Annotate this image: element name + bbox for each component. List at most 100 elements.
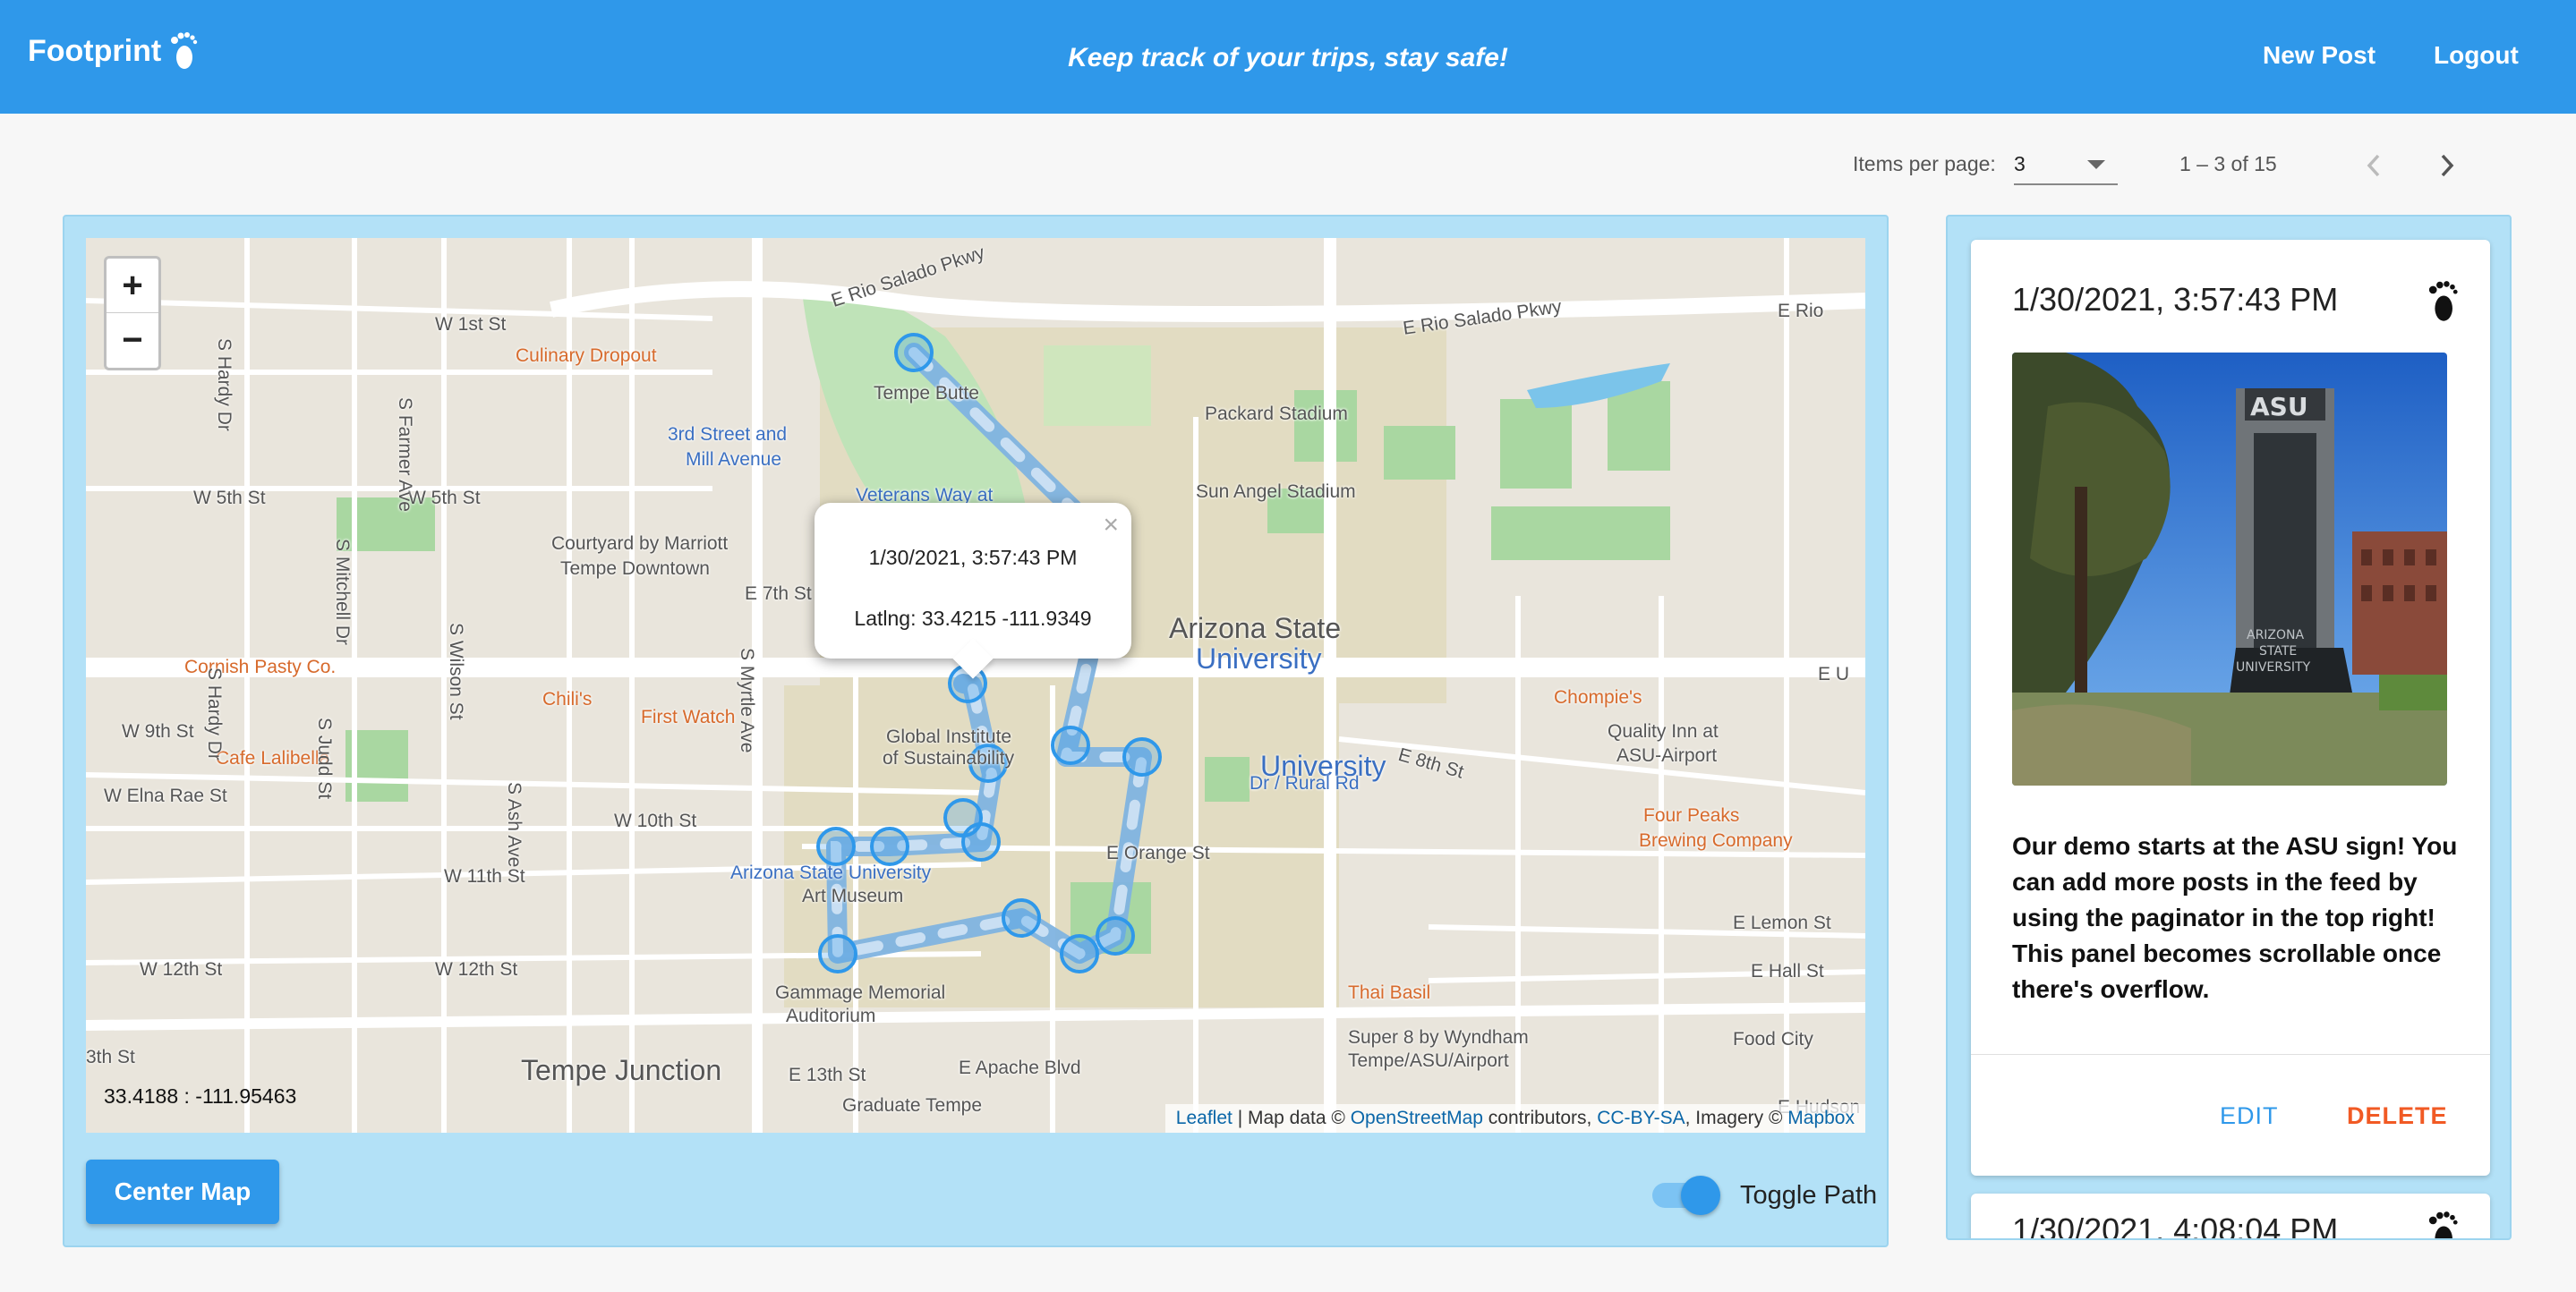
map-label: 3rd Street and — [668, 424, 788, 445]
map-label: E 13th St — [789, 1065, 866, 1085]
map-label: S Wilson St — [446, 623, 466, 720]
map-label: W 12th St — [140, 959, 223, 980]
map-label: Chompie's — [1554, 687, 1642, 708]
cursor-coordinates: 33.4188 : -111.95463 — [104, 1084, 297, 1108]
map-label: W 11th St — [444, 866, 525, 887]
map-label: Food City — [1733, 1029, 1813, 1050]
post-card: 1/30/2021, 4:08:04 PM — [1971, 1194, 2490, 1240]
toggle-path-switch[interactable]: Toggle Path — [1652, 1176, 1877, 1215]
map-label: W 5th St — [408, 488, 481, 508]
map-attribution: Leaflet | Map data © OpenStreetMap contr… — [1164, 1104, 1865, 1133]
map-label: Thai Basil — [1348, 982, 1431, 1003]
svg-text:STATE: STATE — [2259, 644, 2297, 659]
card-divider — [1971, 1054, 2490, 1055]
map-label: W 1st St — [435, 314, 507, 335]
toggle-knob[interactable] — [1681, 1176, 1720, 1215]
tagline: Keep track of your trips, stay safe! — [1068, 43, 1508, 72]
post-text: Our demo starts at the ASU sign! You can… — [2012, 832, 2458, 1003]
map-label: ASU-Airport — [1616, 745, 1718, 766]
edit-button[interactable]: EDIT — [2220, 1102, 2279, 1130]
map-label: W 10th St — [614, 811, 697, 831]
popup-close-button[interactable]: × — [1103, 510, 1119, 540]
map-label: Super 8 by Wyndham — [1348, 1027, 1529, 1048]
new-post-button[interactable]: New Post — [2263, 41, 2376, 70]
svg-text:ASU: ASU — [2250, 392, 2308, 421]
map-label: Quality Inn at — [1608, 721, 1719, 742]
delete-button[interactable]: DELETE — [2347, 1102, 2448, 1130]
previous-page-button[interactable] — [2356, 148, 2392, 183]
center-map-button[interactable]: Center Map — [86, 1160, 279, 1224]
map-label: W 9th St — [122, 721, 194, 742]
map-label: S Ash Ave — [504, 782, 525, 868]
map-label: of Sustainability — [883, 748, 1015, 769]
map-label: Dr / Rural Rd — [1250, 773, 1360, 794]
cc-by-sa-link[interactable]: CC-BY-SA — [1597, 1108, 1685, 1128]
chevron-left-icon — [2367, 154, 2380, 177]
feed-panel[interactable]: 1/30/2021, 3:57:43 PM ASU ARIZONA STATE … — [1946, 215, 2512, 1240]
map-label: Auditorium — [786, 1006, 876, 1026]
attribution-contrib: contributors, — [1482, 1108, 1598, 1128]
map-label: E U — [1818, 664, 1850, 684]
next-page-button[interactable] — [2429, 148, 2465, 183]
leaflet-link[interactable]: Leaflet — [1176, 1108, 1233, 1128]
map-label: Arizona State — [1169, 612, 1342, 644]
post-photo: ASU ARIZONA STATE UNIVERSITY — [2012, 353, 2447, 786]
logout-button[interactable]: Logout — [2434, 41, 2519, 70]
map-label: E Apache Blvd — [959, 1058, 1081, 1078]
map-view[interactable]: E Rio Salado Pkwy E Rio Salado Pkwy E Rio W… — [86, 238, 1865, 1133]
map-label: Gammage Memorial — [775, 982, 946, 1003]
post-datetime: 1/30/2021, 3:57:43 PM — [2012, 281, 2339, 318]
map-popup: × 1/30/2021, 3:57:43 PM Latlng: 33.4215 … — [815, 503, 1131, 679]
mapbox-link[interactable]: Mapbox — [1787, 1108, 1855, 1128]
map-label: W Elna Rae St — [104, 786, 227, 806]
map-label: Tempe Butte — [874, 383, 979, 404]
osm-link[interactable]: OpenStreetMap — [1351, 1108, 1483, 1128]
attribution-imagery: , Imagery © — [1685, 1108, 1788, 1128]
map-label: Tempe Downtown — [560, 558, 710, 579]
map-label: Four Peaks — [1643, 805, 1740, 826]
map-label: E Lemon St — [1733, 913, 1831, 933]
map-label: Tempe/ASU/Airport — [1348, 1050, 1509, 1071]
chevron-right-icon — [2441, 154, 2454, 177]
map-label: S Mitchell Dr — [332, 539, 353, 646]
items-per-page-value: 3 — [2014, 152, 2026, 175]
items-per-page-label: Items per page: — [1853, 152, 1996, 175]
map-label: S Hardy Dr — [214, 338, 235, 431]
map-label: E Hall St — [1751, 961, 1824, 982]
map-label: Graduate Tempe — [842, 1095, 983, 1116]
items-per-page-select[interactable]: 3 — [2014, 148, 2118, 185]
zoom-out-button[interactable]: − — [107, 313, 158, 368]
footprint-icon[interactable] — [2424, 1210, 2460, 1240]
map-label: E 7th St — [745, 583, 812, 604]
page-range: 1 – 3 of 15 — [2179, 152, 2277, 175]
map-label: Brewing Company — [1639, 830, 1793, 851]
map-label: First Watch — [641, 707, 736, 727]
svg-text:ARIZONA: ARIZONA — [2247, 628, 2305, 642]
map-label: S Hardy Dr — [204, 667, 225, 761]
map-label: University — [1196, 642, 1322, 675]
toggle-track[interactable] — [1652, 1176, 1720, 1215]
map-label: Courtyard by Marriott — [551, 533, 729, 554]
toggle-path-label: Toggle Path — [1740, 1180, 1878, 1210]
footprint-icon[interactable] — [2424, 279, 2460, 324]
map-label: S Farmer Ave — [395, 397, 415, 512]
map-label: E Rio — [1778, 301, 1824, 321]
map-label: Chili's — [542, 689, 593, 710]
map-label: W 5th St — [193, 488, 266, 508]
map-label: W 12th St — [435, 959, 518, 980]
zoom-in-button[interactable]: + — [107, 259, 158, 313]
attribution-text: | Map data © — [1232, 1108, 1351, 1128]
popup-datetime: 1/30/2021, 3:57:43 PM — [868, 546, 1078, 569]
map-label: Packard Stadium — [1205, 404, 1348, 424]
map-label: S Judd St — [314, 718, 335, 800]
map-label: S Myrtle Ave — [737, 648, 757, 753]
map-label: E Orange St — [1106, 843, 1210, 863]
post-datetime: 1/30/2021, 4:08:04 PM — [2012, 1211, 2339, 1240]
map-tiles — [86, 238, 1865, 1133]
map-label: Mill Avenue — [686, 449, 782, 470]
map-label: Sun Angel Stadium — [1196, 481, 1356, 502]
zoom-control: + − — [104, 256, 161, 370]
map-label: Tempe Junction — [521, 1054, 722, 1086]
map-label: Art Museum — [802, 886, 904, 906]
post-card: 1/30/2021, 3:57:43 PM ASU ARIZONA STATE … — [1971, 240, 2490, 1176]
